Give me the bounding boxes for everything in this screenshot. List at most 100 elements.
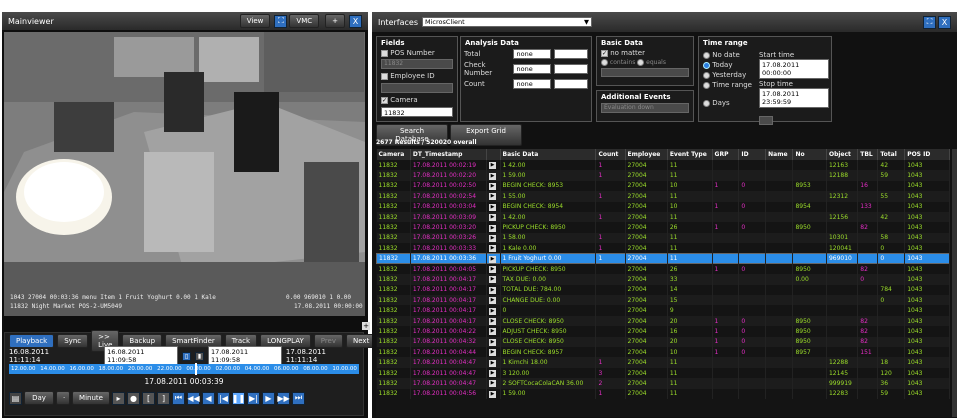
fullscreen-right-icon[interactable]: ⛶ — [923, 15, 936, 29]
play-cell-icon[interactable]: ▶ — [486, 274, 501, 285]
table-row[interactable]: 11832 17.08.2011 00:04:17 ▶ 0 27004 9 1043 — [376, 305, 950, 316]
step-next-icon[interactable]: ▶| — [247, 391, 260, 405]
play-cell-icon[interactable]: ▶ — [486, 211, 501, 223]
add-view-button[interactable]: + — [325, 14, 345, 28]
table-row[interactable]: 11832 17.08.2011 00:04:56 ▶ 1 59.00 1 27004 11… — [376, 388, 950, 399]
step-selector[interactable]: · — [56, 391, 70, 405]
pos-input[interactable]: 11832 — [381, 59, 453, 69]
step-back-icon[interactable]: ▸ — [112, 391, 125, 405]
yesterday-radio[interactable] — [703, 71, 710, 79]
rewind-icon[interactable]: ◀ — [202, 391, 215, 405]
minute-selector[interactable]: Minute — [72, 391, 110, 405]
additional-select[interactable]: Evaluation down — [601, 103, 689, 113]
table-row[interactable]: 11832 17.08.2011 00:03:09 ▶ 1 42.00 1 27004 11… — [376, 211, 950, 223]
start-input[interactable]: 17.08.2011 00:00:00 — [759, 59, 829, 79]
column-header[interactable]: ID — [738, 149, 767, 160]
days-radio[interactable] — [703, 99, 710, 107]
count-select[interactable]: none — [513, 79, 552, 89]
table-row[interactable]: 11832 17.08.2011 00:04:17 ▶ TAX DUE: 0.00 27… — [376, 274, 950, 285]
to-time-input[interactable]: 17.08.2011 11:09:58 — [207, 346, 282, 366]
days-input[interactable] — [759, 116, 773, 125]
mark-out-icon[interactable]: ] — [157, 391, 170, 405]
total-select[interactable]: none — [513, 49, 552, 59]
sync-button[interactable]: Sync — [57, 334, 89, 348]
fullscreen-icon[interactable]: ⛶ — [274, 14, 288, 28]
rewind-fast-icon[interactable]: ◀◀ — [187, 391, 200, 405]
timeline-cursor[interactable] — [194, 363, 197, 375]
table-row[interactable]: 11832 17.08.2011 00:03:36 ▶ 1 Fruit Yoghurt… — [376, 253, 950, 264]
stop-input[interactable]: 17.08.2011 23:59:59 — [759, 88, 829, 108]
close-icon[interactable]: X — [349, 14, 362, 28]
forward-icon[interactable]: ▶▶ — [277, 391, 290, 405]
grid-icon[interactable]: ▤ — [9, 391, 22, 405]
vmc-button[interactable]: VMC — [289, 14, 320, 28]
column-header[interactable]: Object — [826, 149, 859, 160]
play-cell-icon[interactable]: ▶ — [486, 201, 501, 212]
table-row[interactable]: 11832 17.08.2011 00:03:33 ▶ 1 Kale 0.00 1 270… — [376, 243, 950, 254]
skip-end-icon[interactable]: ⏭ — [292, 391, 305, 405]
play-cell-icon[interactable]: ▶ — [486, 170, 501, 181]
column-header[interactable]: Name — [765, 149, 794, 160]
table-row[interactable]: 11832 17.08.2011 00:04:47 ▶ 3 120.00 3 27004 1… — [376, 367, 950, 379]
column-header[interactable]: TBL — [857, 149, 879, 160]
skip-start-icon[interactable]: ⏮ — [172, 391, 185, 405]
table-row[interactable]: 11832 17.08.2011 00:02:54 ▶ 1 55.00 1 27004 11… — [376, 191, 950, 202]
table-row[interactable]: 11832 17.08.2011 00:04:44 ▶ BEGIN CHECK: 89… — [376, 347, 950, 358]
column-header[interactable]: POS ID — [904, 149, 950, 160]
day-selector[interactable]: Day — [24, 391, 54, 405]
scrollbar[interactable] — [952, 149, 957, 417]
close-right-icon[interactable]: X — [938, 15, 951, 29]
employee-checkbox[interactable] — [381, 72, 388, 80]
view-button[interactable]: View — [239, 14, 271, 28]
pause-icon[interactable]: ❚❚ — [232, 391, 245, 405]
client-select[interactable]: MicrosClient ▼ — [421, 17, 592, 27]
play-cell-icon[interactable]: ▶ — [486, 232, 501, 244]
mark-in-icon[interactable]: [ — [142, 391, 155, 405]
play-cell-icon[interactable]: ▶ — [486, 347, 501, 358]
contains-radio[interactable] — [601, 59, 608, 66]
column-header[interactable]: No — [792, 149, 827, 160]
column-header[interactable]: Basic Data — [500, 149, 597, 160]
column-header[interactable]: DT_Timestamp — [410, 149, 488, 160]
play-cell-icon[interactable]: ▶ — [486, 180, 501, 192]
table-row[interactable]: 11832 17.08.2011 00:04:17 ▶ CHANGE DUE: 0.0… — [376, 295, 950, 306]
total-input[interactable] — [554, 49, 588, 59]
column-header[interactable]: Camera — [376, 149, 411, 160]
camera-checkbox[interactable]: ✓ — [381, 96, 388, 104]
play-icon[interactable]: ▶ — [262, 391, 275, 405]
play-cell-icon[interactable]: ▶ — [486, 378, 501, 389]
table-row[interactable]: 11832 17.08.2011 00:02:19 ▶ 1 42.00 1 27004 11… — [376, 160, 950, 171]
lock-icon[interactable]: ▮ — [195, 351, 204, 361]
no-matter-checkbox[interactable]: ✓ — [601, 49, 608, 57]
table-row[interactable]: 11832 17.08.2011 00:03:26 ▶ 1 58.00 1 27004 11… — [376, 232, 950, 244]
count-input[interactable] — [554, 79, 588, 89]
today-radio[interactable] — [703, 61, 710, 69]
basic-input[interactable] — [601, 68, 689, 77]
column-header[interactable]: Event Type — [667, 149, 713, 160]
play-cell-icon[interactable]: ▶ — [486, 160, 501, 171]
calendar-icon[interactable]: ▯ — [182, 351, 191, 361]
employee-input[interactable] — [381, 83, 453, 93]
table-row[interactable]: 11832 17.08.2011 00:04:17 ▶ CLOSE CHECK: 89… — [376, 315, 950, 327]
expand-icon[interactable]: + — [362, 322, 370, 330]
equals-radio[interactable] — [637, 59, 645, 66]
table-row[interactable]: 11832 17.08.2011 00:04:17 ▶ TOTAL DUE: 784.… — [376, 284, 950, 296]
table-row[interactable]: 11832 17.08.2011 00:04:05 ▶ PICKUP CHECK: 8… — [376, 263, 950, 275]
table-row[interactable]: 11832 17.08.2011 00:02:50 ▶ BEGIN CHECK: 89… — [376, 180, 950, 192]
play-cell-icon[interactable]: ▶ — [486, 243, 501, 254]
play-cell-icon[interactable]: ▶ — [486, 284, 501, 296]
time-range-radio[interactable] — [703, 81, 710, 89]
table-row[interactable]: 11832 17.08.2011 00:02:20 ▶ 1 59.00 1 27004 11… — [376, 170, 950, 181]
play-cell-icon[interactable]: ▶ — [486, 367, 501, 379]
column-header[interactable]: Employee — [625, 149, 668, 160]
playback-tab[interactable]: Playback — [9, 334, 55, 348]
table-row[interactable]: 11832 17.08.2011 00:03:20 ▶ PICKUP CHECK: 8… — [376, 222, 950, 233]
step-prev-icon[interactable]: |◀ — [217, 391, 230, 405]
column-header[interactable]: Total — [877, 149, 906, 160]
pos-checkbox[interactable] — [381, 49, 388, 57]
play-cell-icon[interactable]: ▶ — [486, 263, 501, 275]
table-row[interactable]: 11832 17.08.2011 00:03:04 ▶ BEGIN CHECK: 89… — [376, 201, 950, 212]
play-cell-icon[interactable]: ▶ — [486, 357, 501, 368]
play-cell-icon[interactable]: ▶ — [486, 336, 501, 348]
play-cell-icon[interactable]: ▶ — [486, 222, 501, 233]
